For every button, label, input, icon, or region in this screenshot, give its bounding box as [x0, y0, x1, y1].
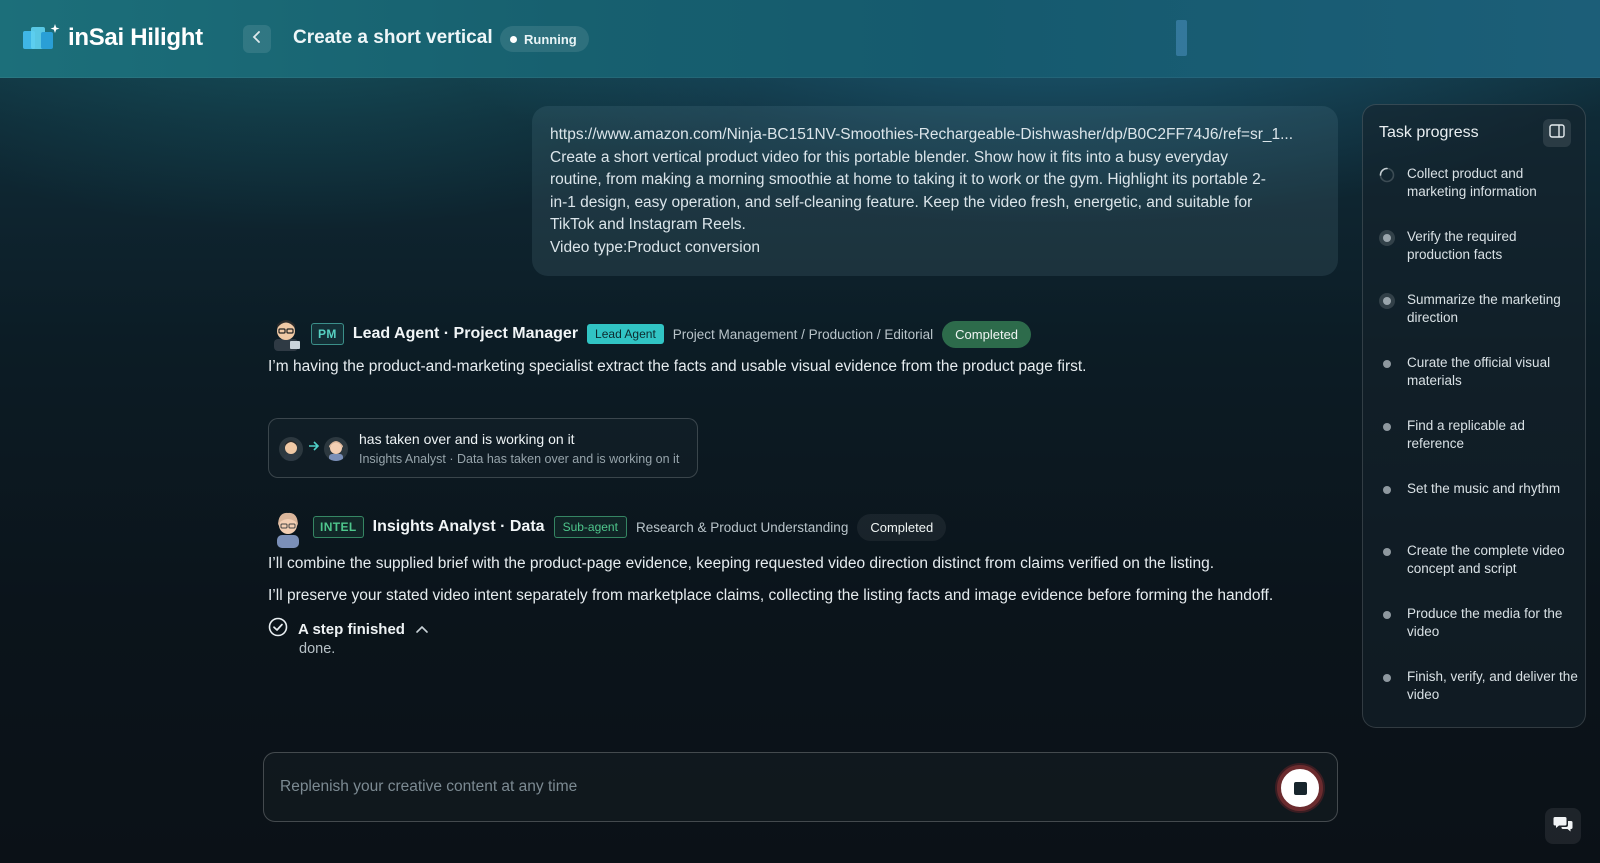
task-item: Set the music and rhythm	[1379, 480, 1579, 498]
task-item: Produce the media for the video	[1379, 605, 1579, 641]
role-tag: Sub-agent	[553, 516, 627, 538]
task-label: Finish, verify, and deliver the video	[1407, 669, 1578, 702]
handoff-subtitle: Insights Analyst · Data has taken over a…	[359, 452, 680, 466]
chevron-up-icon[interactable]	[415, 621, 429, 639]
app-name: inSai Hilight	[68, 24, 203, 51]
role-tag: Lead Agent	[587, 324, 664, 344]
stop-button[interactable]	[1277, 765, 1323, 811]
task-progress-panel: Task progress Collect product and market…	[1362, 104, 1586, 728]
arrow-right-icon	[308, 439, 320, 455]
insights-agent-mini-avatar	[324, 437, 348, 461]
pending-dot-icon	[1379, 419, 1395, 435]
task-label: Summarize the marketing direction	[1407, 292, 1561, 325]
panel-title: Task progress	[1379, 124, 1479, 141]
status-dot-icon	[510, 35, 517, 43]
user-message-line: in-1 design, easy operation, and self-cl…	[550, 193, 1253, 211]
task-label: Verify the required production facts	[1407, 229, 1517, 262]
handoff-title: has taken over and is working on it	[359, 431, 575, 447]
handoff-card[interactable]: has taken over and is working on it Insi…	[268, 418, 698, 478]
step-finished[interactable]: A step finished	[268, 617, 429, 642]
pending-dot-icon	[1379, 544, 1395, 560]
top-header: inSai Hilight Create a short vertical Ru…	[0, 0, 1600, 78]
user-message-line: routine, from making a morning smoothie …	[550, 171, 1266, 188]
task-label: Create the complete video concept and sc…	[1407, 543, 1565, 576]
lead-agent-message: I’m having the product-and-marketing spe…	[268, 358, 1087, 375]
user-message-url[interactable]: https://www.amazon.com/Ninja-BC151NV-Smo…	[550, 124, 1320, 147]
user-message: https://www.amazon.com/Ninja-BC151NV-Smo…	[532, 106, 1338, 276]
status-badge: Running	[500, 26, 589, 52]
user-message-video-type: Video type:Product conversion	[550, 238, 760, 256]
step-detail: done.	[299, 641, 336, 657]
status-badge: Completed	[857, 513, 947, 541]
header-scroll-indicator	[1176, 20, 1187, 56]
back-button[interactable]	[243, 25, 271, 53]
pending-dot-icon	[1379, 607, 1395, 623]
status-badge: Completed	[942, 320, 1032, 348]
chat-button[interactable]	[1545, 808, 1581, 844]
lead-agent-header: PM Lead Agent · Project Manager Lead Age…	[270, 317, 1032, 351]
app-logo[interactable]: inSai Hilight	[22, 22, 203, 54]
check-circle-icon	[268, 617, 288, 642]
task-label: Find a replicable ad reference	[1407, 418, 1525, 451]
task-item: Verify the required production facts	[1379, 228, 1579, 264]
pending-dot-icon	[1379, 482, 1395, 498]
task-item: Create the complete video concept and sc…	[1379, 542, 1579, 578]
lead-agent-avatar[interactable]	[270, 317, 302, 351]
pending-dot-icon	[1379, 670, 1395, 686]
stop-icon	[1293, 781, 1307, 795]
sidebar-toggle-icon	[1549, 123, 1565, 143]
chat-bubbles-icon	[1553, 815, 1573, 838]
agent-name: Lead Agent · Project Manager	[352, 325, 579, 342]
insights-agent-avatar[interactable]	[272, 510, 304, 548]
message-input[interactable]	[280, 775, 1240, 799]
insights-agent-message: I’ll combine the supplied brief with the…	[268, 555, 1215, 572]
message-composer	[263, 752, 1338, 822]
insights-agent-header: INTEL Insights Analyst · Data Sub-agent …	[272, 510, 947, 548]
status-label: Running	[524, 31, 577, 47]
task-item: Finish, verify, and deliver the video	[1379, 668, 1579, 704]
task-label: Produce the media for the video	[1407, 606, 1563, 639]
agent-code-badge: PM	[311, 323, 344, 345]
lead-agent-mini-avatar	[279, 437, 303, 461]
agent-code-badge: INTEL	[313, 516, 364, 538]
agent-department: Research & Product Understanding	[635, 519, 849, 535]
task-item: Find a replicable ad reference	[1379, 417, 1579, 453]
insights-agent-message: I’ll preserve your stated video intent s…	[268, 587, 1274, 604]
user-message-line: TikTok and Instagram Reels.	[550, 216, 746, 233]
task-item: Collect product and marketing informatio…	[1379, 165, 1579, 201]
pending-dot-icon	[1379, 356, 1395, 372]
step-label: A step finished	[298, 621, 405, 638]
task-label: Set the music and rhythm	[1407, 481, 1561, 496]
page-title: Create a short vertical	[293, 27, 493, 48]
task-label: Curate the official visual materials	[1407, 355, 1551, 388]
agent-department: Project Management / Production / Editor…	[672, 326, 934, 342]
task-item: Summarize the marketing direction	[1379, 291, 1579, 327]
pending-dot-icon	[1379, 293, 1395, 309]
task-label: Collect product and marketing informatio…	[1407, 166, 1537, 199]
logo-icon	[22, 22, 62, 54]
chevron-left-icon	[252, 30, 262, 49]
agent-name: Insights Analyst · Data	[372, 518, 545, 535]
user-message-line: Create a short vertical product video fo…	[550, 148, 1229, 166]
loading-spinner-icon	[1379, 167, 1395, 183]
panel-toggle-button[interactable]	[1543, 119, 1571, 147]
task-item: Curate the official visual materials	[1379, 354, 1579, 390]
pending-dot-icon	[1379, 230, 1395, 246]
